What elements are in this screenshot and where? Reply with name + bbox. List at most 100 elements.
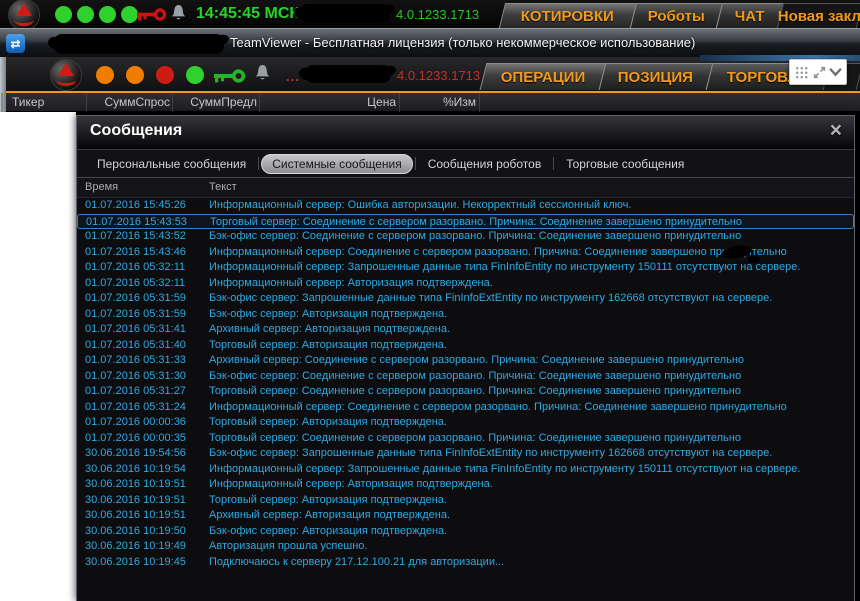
row-time: 01.07.2016 05:31:24: [85, 400, 186, 413]
table-row[interactable]: 30.06.2016 19:54:56 Бэк-офис сервер: Запр…: [77, 446, 854, 462]
table-row[interactable]: 30.06.2016 10:19:49 Авторизация прошла ус…: [77, 539, 854, 555]
teamviewer-titlebar[interactable]: ⇄ TeamViewer - Бесплатная лицензия (толь…: [0, 28, 860, 57]
row-text: Торговый сервер: Соединение с сервером р…: [209, 431, 741, 444]
row-time: 30.06.2016 10:19:51: [85, 509, 186, 521]
table-row[interactable]: 01.07.2016 05:31:41 Архивный сервер: Авто…: [77, 322, 854, 338]
app-logo-icon[interactable]: [8, 0, 40, 31]
row-time: 30.06.2016 10:19:50: [85, 524, 186, 537]
tab-new-bookmark[interactable]: Новая закл: [776, 3, 860, 28]
drag-handle-icon[interactable]: [794, 64, 809, 80]
row-time: 30.06.2016 10:19:45: [85, 555, 186, 568]
row-text: Торговый сервер: Соединение с сервером р…: [209, 385, 741, 397]
row-time: 01.07.2016 15:45:26: [85, 199, 186, 211]
row-text: Информационный сервер: Авторизация подтв…: [209, 478, 493, 490]
table-row[interactable]: 01.07.2016 05:32:11 Информационный сервер…: [77, 276, 854, 292]
table-row[interactable]: 30.06.2016 10:19:51 Информационный сервер…: [77, 477, 854, 493]
row-time: 01.07.2016 05:31:59: [85, 307, 186, 320]
tab-robot-messages[interactable]: Сообщения роботов: [418, 154, 552, 174]
close-icon[interactable]: ×: [830, 119, 842, 143]
teamviewer-icon: ⇄: [6, 34, 25, 53]
row-time: 01.07.2016 05:31:30: [85, 369, 186, 382]
tab-kotirovki[interactable]: КОТИРОВКИ: [498, 3, 637, 28]
bell-icon[interactable]: [254, 64, 271, 88]
status-dot-icon: [99, 6, 116, 23]
tab-operacii[interactable]: ОПЕРАЦИИ: [479, 63, 607, 90]
workspace-tabstrip: КОТИРОВКИ Роботы ЧАТ Новая закл: [498, 3, 860, 28]
row-text: Торговый сервер: Авторизация подтвержден…: [209, 338, 447, 351]
table-row[interactable]: 01.07.2016 05:31:30 Бэк-офис сервер: Соед…: [77, 369, 854, 385]
remote-version-label: 4.0.1233.1713: [397, 68, 481, 83]
table-row[interactable]: 01.07.2016 15:45:26 Информационный сервер…: [77, 198, 854, 214]
messages-table-header: Время Текст: [77, 178, 854, 198]
row-text: Бэк-офис сервер: Запрошенные данные типа…: [209, 292, 773, 304]
tab-personal-messages[interactable]: Персональные сообщения: [87, 154, 256, 174]
row-text: Бэк-офис сервер: Авторизация подтвержден…: [209, 307, 448, 320]
table-row[interactable]: 01.07.2016 05:31:24 Информационный сервер…: [77, 400, 854, 416]
fullscreen-icon[interactable]: [813, 66, 826, 79]
row-time: 01.07.2016 15:43:46: [85, 245, 186, 258]
app-logo-icon[interactable]: [50, 59, 82, 91]
tab-trade-messages[interactable]: Торговые сообщения: [556, 154, 694, 174]
table-row[interactable]: 01.07.2016 05:31:27 Торговый сервер: Соед…: [77, 384, 854, 400]
row-time: 30.06.2016 10:19:54: [85, 462, 186, 475]
table-row[interactable]: 01.07.2016 00:00:36 Торговый сервер: Авто…: [77, 415, 854, 431]
clock-label: 14:45:45 МСК: [196, 5, 300, 22]
table-row[interactable]: 01.07.2016 00:00:35 Торговый сервер: Соед…: [77, 431, 854, 447]
dialog-titlebar[interactable]: Сообщения ×: [77, 116, 854, 150]
quotes-grid-header: Тикер СуммСпрос СуммПредл Цена %Изм: [6, 93, 860, 112]
table-row[interactable]: 30.06.2016 10:19:51 Архивный сервер: Авто…: [77, 508, 854, 524]
column-header-sumsupply[interactable]: СуммПредл: [177, 95, 257, 109]
row-time: 01.07.2016 05:31:33: [85, 354, 186, 366]
key-icon: [137, 7, 167, 27]
table-row[interactable]: 01.07.2016 05:31:40 Торговый сервер: Авто…: [77, 338, 854, 354]
teamviewer-mini-panel[interactable]: [789, 59, 847, 85]
table-row[interactable]: 30.06.2016 10:19:51 Торговый сервер: Авто…: [77, 493, 854, 509]
window-border-line: [4, 93, 6, 112]
tab-system-messages[interactable]: Системные сообщения: [261, 153, 413, 174]
row-time: 01.07.2016 00:00:36: [85, 416, 186, 428]
tab-pozicia[interactable]: ПОЗИЦИЯ: [598, 63, 714, 90]
row-time: 01.07.2016 05:31:59: [85, 292, 186, 304]
column-header-sumdemand[interactable]: СуммСпрос: [90, 95, 170, 109]
table-row[interactable]: 01.07.2016 05:31:59 Бэк-офис сервер: Авто…: [77, 307, 854, 323]
row-text: Информационный сервер: Соединение с серв…: [209, 400, 787, 413]
table-row[interactable]: 01.07.2016 05:31:59 Бэк-офис сервер: Запр…: [77, 291, 854, 307]
redaction-smudge: [748, 256, 760, 263]
background-white-area: [0, 112, 76, 601]
row-text: Торговый сервер: Авторизация подтвержден…: [209, 493, 447, 506]
bell-icon[interactable]: [170, 4, 187, 28]
row-text: Информационный сервер: Запрошенные данны…: [209, 261, 801, 273]
chevron-down-icon[interactable]: [829, 67, 842, 77]
row-text: Бэк-офис сервер: Соединение с сервером р…: [209, 369, 742, 382]
row-time: 01.07.2016 05:31:41: [85, 323, 186, 335]
column-header-price[interactable]: Цена: [316, 95, 396, 109]
table-row[interactable]: 01.07.2016 15:43:52 Бэк-офис сервер: Соед…: [77, 229, 854, 245]
column-header-time[interactable]: Время: [85, 181, 118, 193]
app-version-label: 4.0.1233.1713: [396, 7, 480, 22]
row-text: Авторизация прошла успешно.: [209, 540, 368, 552]
row-text: Торговый сервер: Соединение с сервером р…: [210, 215, 742, 228]
row-text: Торговый сервер: Авторизация подтвержден…: [209, 416, 447, 428]
row-time: 30.06.2016 10:19:51: [85, 493, 186, 506]
row-text: Информационный сервер: Соединение с серв…: [209, 245, 787, 258]
dialog-tabstrip: Персональные сообщения Системные сообщен…: [77, 150, 854, 178]
column-header-text[interactable]: Текст: [209, 181, 237, 193]
table-row[interactable]: 01.07.2016 05:32:11 Информационный сервер…: [77, 260, 854, 276]
row-time: 30.06.2016 10:19:51: [85, 478, 186, 490]
row-time: 01.07.2016 05:32:11: [85, 261, 186, 273]
row-time: 01.07.2016 15:43:52: [85, 230, 186, 242]
table-row[interactable]: 30.06.2016 10:19:54 Информационный сервер…: [77, 462, 854, 478]
table-row[interactable]: 01.07.2016 15:43:53 Торговый сервер: Соед…: [77, 213, 854, 229]
table-row[interactable]: 01.07.2016 05:31:33 Архивный сервер: Соед…: [77, 353, 854, 369]
row-text: Бэк-офис сервер: Запрошенные данные типа…: [209, 447, 773, 459]
row-text: Бэк-офис сервер: Авторизация подтвержден…: [209, 524, 448, 537]
remote-app-toolbar: ... 4.0.1233.1713 ОПЕРАЦИИ ПОЗИЦИЯ ТОРГО…: [0, 57, 860, 91]
column-header-pctchange[interactable]: %Изм: [396, 95, 476, 109]
status-dot-icon: [156, 66, 174, 84]
table-row[interactable]: 30.06.2016 10:19:50 Бэк-офис сервер: Авто…: [77, 524, 854, 540]
table-row[interactable]: 30.06.2016 10:19:45 Подключаюсь к серверу…: [77, 555, 854, 571]
row-text: Информационный сервер: Авторизация подтв…: [209, 276, 493, 289]
column-header-ticker[interactable]: Тикер: [12, 95, 44, 109]
row-text: Информационный сервер: Запрошенные данны…: [209, 462, 801, 475]
tab-roboty[interactable]: Роботы: [629, 3, 723, 28]
